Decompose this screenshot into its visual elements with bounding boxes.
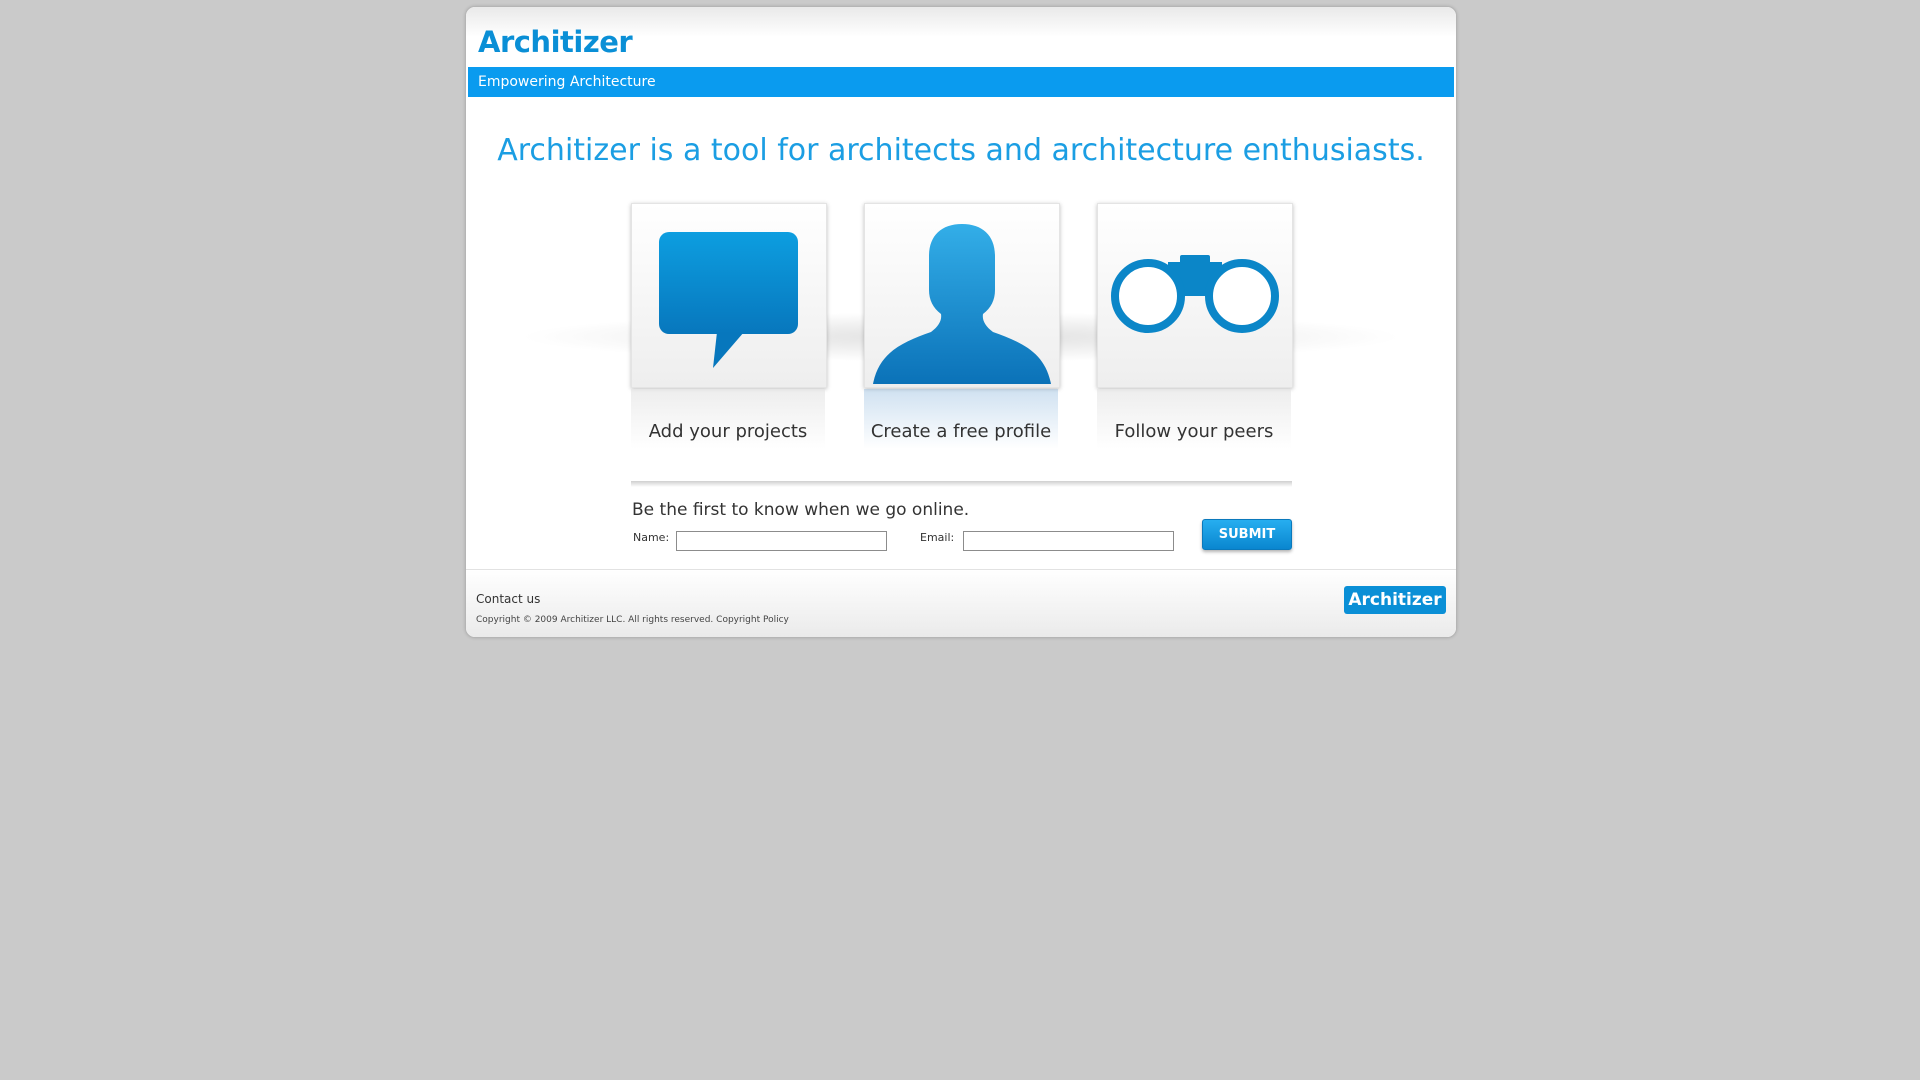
name-label: Name: xyxy=(633,531,670,544)
footer: Contact us Copyright © 2009 Architizer L… xyxy=(466,569,1456,637)
copyright-text: Copyright © 2009 Architizer LLC. All rig… xyxy=(476,615,714,625)
feature-label-peers: Follow your peers xyxy=(1114,421,1274,442)
feature-card-profile xyxy=(864,203,1060,388)
speech-bubble-icon xyxy=(659,232,798,368)
email-label: Email: xyxy=(920,531,955,544)
form-divider xyxy=(631,481,1292,487)
feature-label-projects: Add your projects xyxy=(648,421,808,442)
binoculars-icon xyxy=(1111,255,1279,333)
name-input[interactable] xyxy=(676,531,887,551)
footer-logo[interactable]: Architizer xyxy=(1344,586,1446,614)
signup-heading: Be the first to know when we go online. xyxy=(632,500,970,520)
submit-button[interactable]: SUBMIT xyxy=(1202,519,1292,550)
copyright-policy-link[interactable]: Copyright Policy xyxy=(716,615,789,625)
header-bar-text: Empowering Architecture xyxy=(478,74,656,90)
feature-card-peers xyxy=(1097,203,1293,388)
contact-link[interactable]: Contact us xyxy=(476,592,540,606)
copyright-line: Copyright © 2009 Architizer LLC. All rig… xyxy=(476,615,789,625)
feature-card-projects xyxy=(631,203,827,388)
page-container: Architizer Empowering Architecture Archi… xyxy=(465,6,1457,638)
header-bar: Empowering Architecture xyxy=(468,67,1454,97)
email-input[interactable] xyxy=(963,531,1174,551)
header-logo[interactable]: Architizer xyxy=(478,25,633,59)
feature-label-profile: Create a free profile xyxy=(870,421,1052,442)
page-tagline: Architizer is a tool for architects and … xyxy=(497,133,1425,168)
person-silhouette-icon xyxy=(873,224,1051,384)
